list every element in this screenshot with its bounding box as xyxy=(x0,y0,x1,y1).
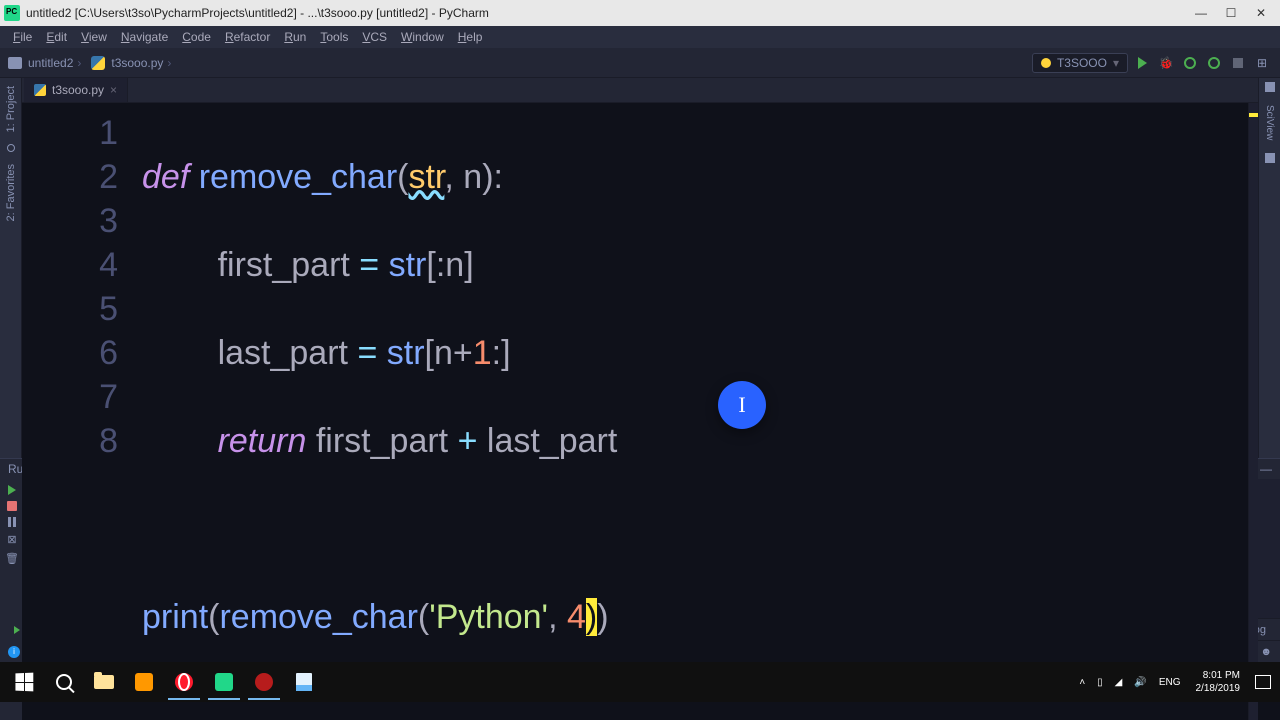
menu-view[interactable]: View xyxy=(74,30,114,44)
minimize-button[interactable]: — xyxy=(1186,2,1216,24)
left-tool-gutter: 1: Project 2: Favorites xyxy=(0,78,22,458)
menu-refactor[interactable]: Refactor xyxy=(218,30,277,44)
opera-icon xyxy=(175,673,193,691)
right-tool-gutter: SciView xyxy=(1258,78,1280,458)
tray-overflow-icon[interactable]: ˄ xyxy=(1074,677,1090,688)
python-file-icon xyxy=(34,84,46,96)
taskbar-notepad[interactable] xyxy=(284,664,324,700)
action-center-icon[interactable] xyxy=(1250,675,1276,689)
window-titlebar: untitled2 [C:\Users\t3so\PycharmProjects… xyxy=(0,0,1280,26)
run-config-name: T3SOOO xyxy=(1057,56,1107,70)
search-icon xyxy=(56,674,72,690)
menu-help[interactable]: Help xyxy=(451,30,490,44)
close-button[interactable]: ✕ xyxy=(1246,2,1276,24)
rerun-button[interactable] xyxy=(8,485,16,495)
menu-edit[interactable]: Edit xyxy=(39,30,74,44)
line-number-gutter: 1 2 3 4 5 6 7 8 xyxy=(22,103,142,720)
menu-window[interactable]: Window xyxy=(394,30,451,44)
python-file-icon xyxy=(91,56,105,70)
window-title: untitled2 [C:\Users\t3so\PycharmProjects… xyxy=(26,6,1186,20)
run-config-selector[interactable]: T3SOOO ▾ xyxy=(1032,53,1128,73)
tray-volume-icon[interactable]: 🔊 xyxy=(1129,677,1151,688)
taskbar-explorer[interactable] xyxy=(84,664,124,700)
info-icon[interactable]: i xyxy=(8,646,20,658)
menu-code[interactable]: Code xyxy=(175,30,218,44)
taskbar-search[interactable] xyxy=(44,664,84,700)
navigation-bar: untitled2 › t3sooo.py › T3SOOO ▾ 🐞 ⊞ xyxy=(0,48,1280,78)
editor-tab-active[interactable]: t3sooo.py × xyxy=(24,78,128,102)
tab-filename: t3sooo.py xyxy=(52,83,104,97)
run-button[interactable] xyxy=(1132,53,1152,73)
tray-language[interactable]: ENG xyxy=(1154,677,1186,688)
database-tool-icon[interactable] xyxy=(1265,82,1275,92)
maximize-button[interactable]: ☐ xyxy=(1216,2,1246,24)
taskbar-recorder[interactable] xyxy=(244,664,284,700)
record-icon xyxy=(255,673,273,691)
stop-button[interactable] xyxy=(1228,53,1248,73)
menu-navigate[interactable]: Navigate xyxy=(114,30,175,44)
chevron-right-icon: › xyxy=(73,56,85,70)
profile-button[interactable] xyxy=(1204,53,1224,73)
tray-battery-icon[interactable]: ▯ xyxy=(1092,677,1108,688)
taskbar-opera[interactable] xyxy=(164,664,204,700)
favorites-tool-tab[interactable]: 2: Favorites xyxy=(5,160,17,225)
menu-tools[interactable]: Tools xyxy=(313,30,355,44)
menu-vcs[interactable]: VCS xyxy=(355,30,394,44)
coverage-button[interactable] xyxy=(1180,53,1200,73)
editor-column: t3sooo.py × 1 2 3 4 5 6 7 8 def remove_c… xyxy=(22,78,1258,458)
code-content[interactable]: def remove_char(str, n): first_part = st… xyxy=(142,103,1248,720)
exit-button[interactable]: ⊠ xyxy=(7,533,16,546)
folder-icon xyxy=(94,675,114,689)
debug-button[interactable]: 🐞 xyxy=(1156,53,1176,73)
pause-button[interactable] xyxy=(8,517,16,527)
breadcrumb-project[interactable]: untitled2 xyxy=(28,56,73,70)
chevron-right-icon: › xyxy=(163,56,175,70)
close-tab-icon[interactable]: × xyxy=(110,83,117,97)
database-tab-icon[interactable] xyxy=(1265,153,1275,163)
chevron-down-icon: ▾ xyxy=(1113,56,1119,70)
taskbar-pycharm[interactable] xyxy=(204,664,244,700)
tray-clock[interactable]: 8:01 PM 2/18/2019 xyxy=(1188,669,1249,695)
menu-bar: File Edit View Navigate Code Refactor Ru… xyxy=(0,26,1280,48)
tray-wifi-icon[interactable]: ◢ xyxy=(1110,677,1128,688)
editor-tabs: t3sooo.py × xyxy=(22,78,1258,103)
search-button[interactable]: ⊞ xyxy=(1252,53,1272,73)
windows-taskbar: ˄ ▯ ◢ 🔊 ENG 8:01 PM 2/18/2019 xyxy=(0,662,1280,702)
python-icon xyxy=(1041,58,1051,68)
menu-file[interactable]: File xyxy=(6,30,39,44)
pycharm-icon xyxy=(215,673,233,691)
sublime-icon xyxy=(135,673,153,691)
stop-button[interactable] xyxy=(7,501,17,511)
main-area: 1: Project 2: Favorites t3sooo.py × 1 2 … xyxy=(0,78,1280,458)
breadcrumb-file[interactable]: t3sooo.py xyxy=(111,56,163,70)
trash-button[interactable]: 🗑 xyxy=(5,552,19,565)
start-button[interactable] xyxy=(4,664,44,700)
structure-tool-icon[interactable] xyxy=(7,144,15,152)
folder-icon xyxy=(8,57,22,69)
windows-logo-icon xyxy=(15,673,33,692)
code-editor[interactable]: 1 2 3 4 5 6 7 8 def remove_char(str, n):… xyxy=(22,103,1258,720)
pycharm-icon xyxy=(4,5,20,21)
taskbar-sublime[interactable] xyxy=(124,664,164,700)
project-tool-tab[interactable]: 1: Project xyxy=(5,82,17,136)
notepad-icon xyxy=(296,673,312,691)
sciview-tool-tab[interactable]: SciView xyxy=(1264,102,1275,143)
menu-run[interactable]: Run xyxy=(277,30,313,44)
cursor-overlay-icon: I xyxy=(718,381,766,429)
system-tray: ˄ ▯ ◢ 🔊 ENG 8:01 PM 2/18/2019 xyxy=(1074,669,1276,695)
error-stripe[interactable] xyxy=(1248,103,1258,720)
